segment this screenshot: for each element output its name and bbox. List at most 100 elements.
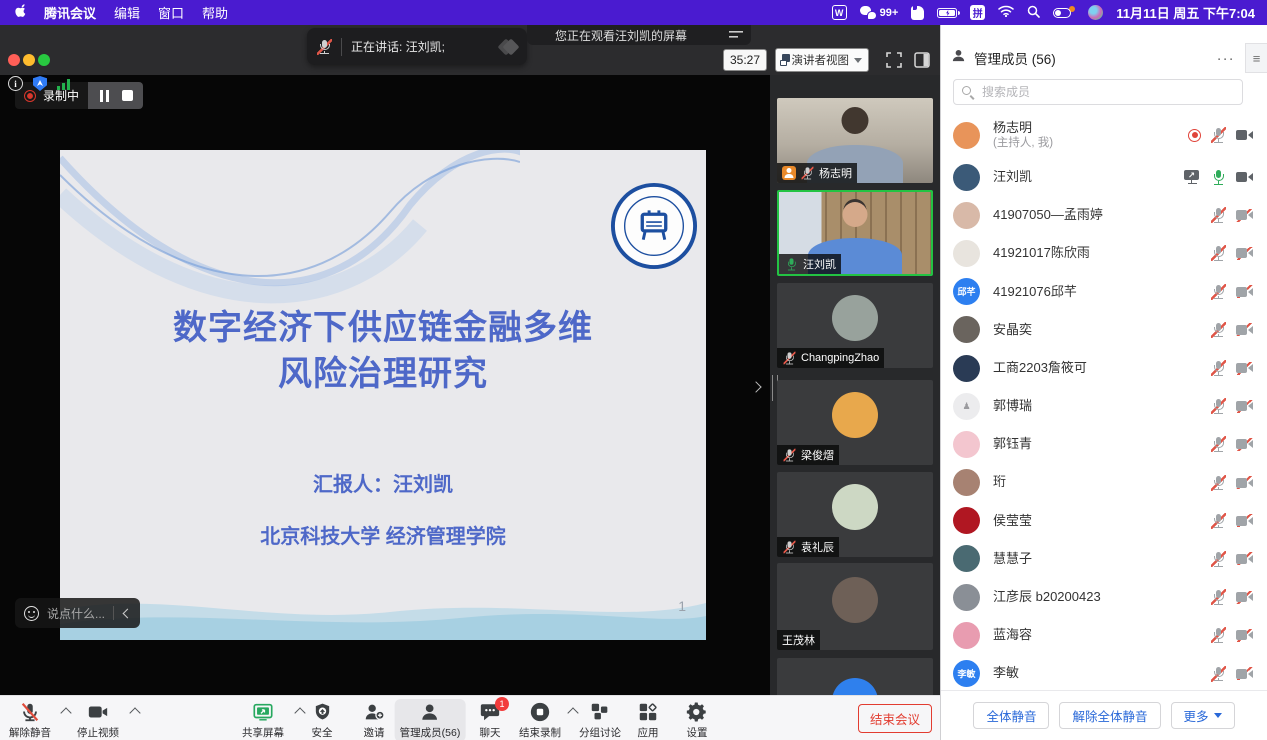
camera-off-icon[interactable] [1236, 476, 1253, 489]
member-row[interactable]: 邱芊 41921076邱芊 [941, 273, 1267, 311]
mic-muted-icon[interactable] [1211, 589, 1226, 605]
camera-off-icon[interactable] [1236, 591, 1253, 604]
menubar-clock[interactable]: 11月11日 周五 下午7:04 [1116, 3, 1255, 22]
share-screen-button[interactable]: 共享屏幕 [237, 699, 289, 740]
camera-off-icon[interactable] [1236, 362, 1253, 375]
video-tile-yangzhiming[interactable]: 杨志明 [777, 98, 933, 183]
camera-off-icon[interactable] [1236, 667, 1253, 680]
w-app-icon[interactable]: W [832, 5, 847, 20]
emoji-icon[interactable] [24, 606, 39, 621]
end-recording-button[interactable]: 结束录制 [514, 699, 566, 740]
network-signal-icon[interactable] [57, 78, 71, 90]
apple-logo-icon[interactable] [14, 4, 26, 21]
input-method-icon[interactable]: 拼 [970, 5, 985, 20]
wifi-icon[interactable] [998, 5, 1014, 20]
mic-muted-icon[interactable] [1211, 398, 1226, 414]
mic-muted-icon[interactable] [1211, 475, 1226, 491]
menubar-help[interactable]: 帮助 [202, 3, 228, 22]
member-row[interactable]: 安晶奕 [941, 311, 1267, 349]
video-tile-yuanlichen[interactable]: 袁礼辰 [777, 472, 933, 557]
camera-off-icon[interactable] [1236, 400, 1253, 413]
mic-muted-icon[interactable] [1211, 666, 1226, 682]
member-row[interactable]: 41907050—孟雨婷 [941, 196, 1267, 234]
security-button[interactable]: 安全 [307, 699, 338, 740]
video-tile-changpingzhao[interactable]: ChangpingZhao [777, 283, 933, 368]
camera-off-icon[interactable] [1236, 629, 1253, 642]
wechat-icon[interactable] [860, 6, 876, 19]
fullscreen-button[interactable] [884, 50, 904, 70]
chat-input-placeholder[interactable]: 说点什么... [47, 605, 105, 622]
member-row[interactable]: 41921017陈欣雨 [941, 234, 1267, 272]
camera-off-icon[interactable] [1236, 514, 1253, 527]
apps-button[interactable]: 应用 [632, 699, 664, 740]
chat-button[interactable]: 1 聊天 [474, 699, 506, 740]
camera-off-icon[interactable] [1236, 209, 1253, 222]
camera-on-icon[interactable] [1236, 129, 1253, 142]
camera-off-icon[interactable] [1236, 247, 1253, 260]
member-row[interactable]: 蓝海容 [941, 616, 1267, 654]
menubar-app-name[interactable]: 腾讯会议 [44, 3, 96, 22]
view-mode-dropdown[interactable]: 演讲者视图 [775, 48, 869, 72]
meeting-info-icon[interactable] [8, 76, 23, 91]
end-meeting-button[interactable]: 结束会议 [858, 704, 932, 733]
mic-muted-icon[interactable] [1211, 245, 1226, 261]
mic-muted-icon[interactable] [1211, 284, 1226, 300]
member-row[interactable]: 郭钰青 [941, 425, 1267, 463]
video-tile-partial[interactable] [777, 658, 933, 695]
invite-button[interactable]: 邀请 [358, 699, 390, 740]
menubar-window[interactable]: 窗口 [158, 3, 184, 22]
mic-options-chevron[interactable] [60, 707, 71, 718]
settings-button[interactable]: 设置 [681, 699, 713, 740]
zoom-window-button[interactable] [38, 54, 50, 66]
share-options-chevron[interactable] [294, 707, 305, 718]
evernote-icon[interactable] [911, 6, 924, 20]
manage-members-button[interactable]: 管理成员(56) [395, 699, 466, 740]
mic-muted-icon[interactable] [1211, 436, 1226, 452]
member-row[interactable]: 李敏 李敏 [941, 654, 1267, 689]
member-row[interactable]: 侯莹莹 [941, 502, 1267, 540]
mic-muted-icon[interactable] [1211, 360, 1226, 376]
mute-all-button[interactable]: 全体静音 [973, 702, 1049, 729]
unmute-all-button[interactable]: 解除全体静音 [1059, 702, 1160, 729]
camera-off-icon[interactable] [1236, 438, 1253, 451]
mic-muted-icon[interactable] [1211, 627, 1226, 643]
close-window-button[interactable] [8, 54, 20, 66]
camera-off-icon[interactable] [1236, 323, 1253, 336]
video-options-chevron[interactable] [129, 707, 140, 718]
member-row[interactable]: 工商2203詹筱可 [941, 349, 1267, 387]
member-row[interactable]: 珩 [941, 464, 1267, 502]
spotlight-icon[interactable] [1027, 5, 1040, 21]
camera-off-icon[interactable] [1236, 285, 1253, 298]
member-row[interactable]: 汪刘凯 [941, 158, 1267, 196]
siri-icon[interactable] [1088, 5, 1103, 20]
side-panel-toggle-button[interactable] [912, 50, 932, 70]
panel-collapse-tab[interactable]: ≡ [1245, 43, 1267, 73]
mic-on-icon[interactable] [1211, 169, 1226, 185]
video-tile-liangjunyi[interactable]: 梁俊熠 [777, 380, 933, 465]
mic-muted-icon[interactable] [1211, 551, 1226, 567]
menubar-edit[interactable]: 编辑 [114, 3, 140, 22]
collapse-chat-icon[interactable] [123, 608, 133, 618]
breakout-rooms-button[interactable]: 分组讨论 [574, 699, 626, 740]
mic-muted-icon[interactable] [1211, 127, 1226, 143]
control-center-icon[interactable] [1053, 8, 1071, 18]
unmute-button[interactable]: 解除静音 [4, 699, 56, 740]
member-row[interactable]: ♟ 郭博瑞 [941, 387, 1267, 425]
stop-video-button[interactable]: 停止视频 [72, 699, 124, 740]
more-button[interactable]: 更多 [1171, 702, 1235, 729]
panel-more-icon[interactable]: ··· [1217, 50, 1235, 67]
minimize-window-button[interactable] [23, 54, 35, 66]
camera-on-icon[interactable] [1236, 171, 1253, 184]
switch-view-icon[interactable] [729, 30, 743, 40]
member-row[interactable]: 慧慧子 [941, 540, 1267, 578]
mic-muted-icon[interactable] [1211, 513, 1226, 529]
camera-off-icon[interactable] [1236, 552, 1253, 565]
mic-muted-icon[interactable] [1211, 322, 1226, 338]
search-input[interactable] [980, 84, 1234, 100]
video-tile-wangliukai[interactable]: 汪刘凯 [777, 190, 933, 276]
video-tile-wangmaolin[interactable]: 王茂林 [777, 563, 933, 650]
member-row[interactable]: 江彦辰 b20200423 [941, 578, 1267, 616]
stop-recording-button[interactable] [122, 90, 133, 101]
battery-icon[interactable] [937, 8, 957, 18]
pause-recording-button[interactable] [98, 90, 110, 102]
